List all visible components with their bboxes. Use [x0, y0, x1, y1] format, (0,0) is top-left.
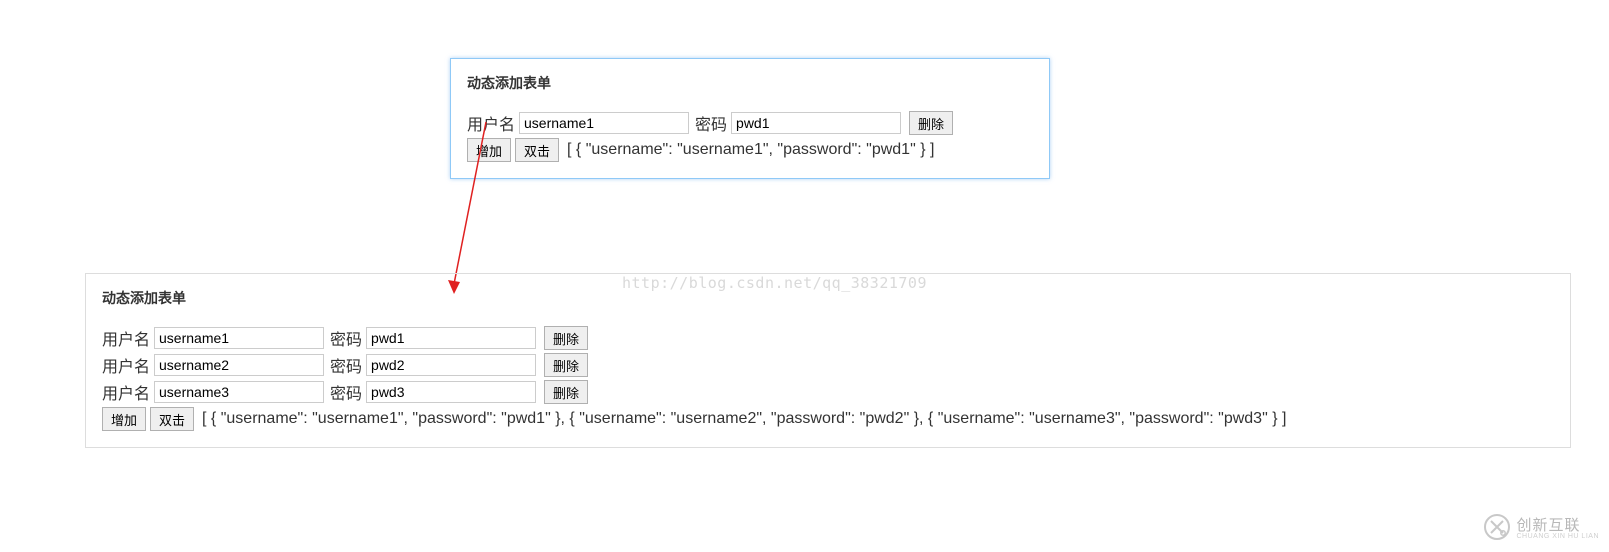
panel-top-title: 动态添加表单: [467, 73, 1033, 93]
brand-icon: [1484, 514, 1510, 540]
password-input[interactable]: [366, 327, 536, 349]
delete-button[interactable]: 删除: [544, 380, 588, 404]
delete-button[interactable]: 删除: [909, 111, 953, 135]
json-output: [ { "username": "username1", "password":…: [202, 410, 1286, 428]
dblclick-button[interactable]: 双击: [515, 138, 559, 162]
username-label: 用户名: [102, 380, 150, 404]
password-label: 密码: [695, 111, 727, 135]
form-row: 用户名 密码 删除: [102, 380, 1554, 404]
username-input[interactable]: [519, 112, 689, 134]
json-output: [ { "username": "username1", "password":…: [567, 141, 934, 159]
password-input[interactable]: [366, 354, 536, 376]
password-input[interactable]: [366, 381, 536, 403]
brand-logo: 创新互联 CHUANG XIN HU LIAN: [1484, 514, 1599, 540]
add-button[interactable]: 增加: [102, 407, 146, 431]
delete-button[interactable]: 删除: [544, 353, 588, 377]
username-label: 用户名: [102, 353, 150, 377]
panel-top: 动态添加表单 用户名 密码 删除 增加 双击 [ { "username": "…: [450, 58, 1050, 179]
password-label: 密码: [330, 326, 362, 350]
panel-bottom-title: 动态添加表单: [102, 288, 1554, 308]
brand-label: 创新互联: [1516, 517, 1580, 534]
brand-sub: CHUANG XIN HU LIAN: [1516, 533, 1599, 540]
dblclick-button[interactable]: 双击: [150, 407, 194, 431]
form-row: 用户名 密码 删除: [102, 326, 1554, 350]
brand-text-wrap: 创新互联 CHUANG XIN HU LIAN: [1516, 514, 1599, 540]
add-button[interactable]: 增加: [467, 138, 511, 162]
form-row: 用户名 密码 删除: [467, 111, 1033, 135]
form-row: 用户名 密码 删除: [102, 353, 1554, 377]
username-input[interactable]: [154, 381, 324, 403]
delete-button[interactable]: 删除: [544, 326, 588, 350]
panel-bottom-actions: 增加 双击 [ { "username": "username1", "pass…: [102, 407, 1554, 431]
password-label: 密码: [330, 353, 362, 377]
username-label: 用户名: [102, 326, 150, 350]
username-input[interactable]: [154, 327, 324, 349]
panel-bottom: 动态添加表单 用户名 密码 删除 用户名 密码 删除 用户名 密码 删除 增加 …: [85, 273, 1571, 448]
password-label: 密码: [330, 380, 362, 404]
username-label: 用户名: [467, 111, 515, 135]
password-input[interactable]: [731, 112, 901, 134]
panel-top-actions: 增加 双击 [ { "username": "username1", "pass…: [467, 138, 1033, 162]
username-input[interactable]: [154, 354, 324, 376]
